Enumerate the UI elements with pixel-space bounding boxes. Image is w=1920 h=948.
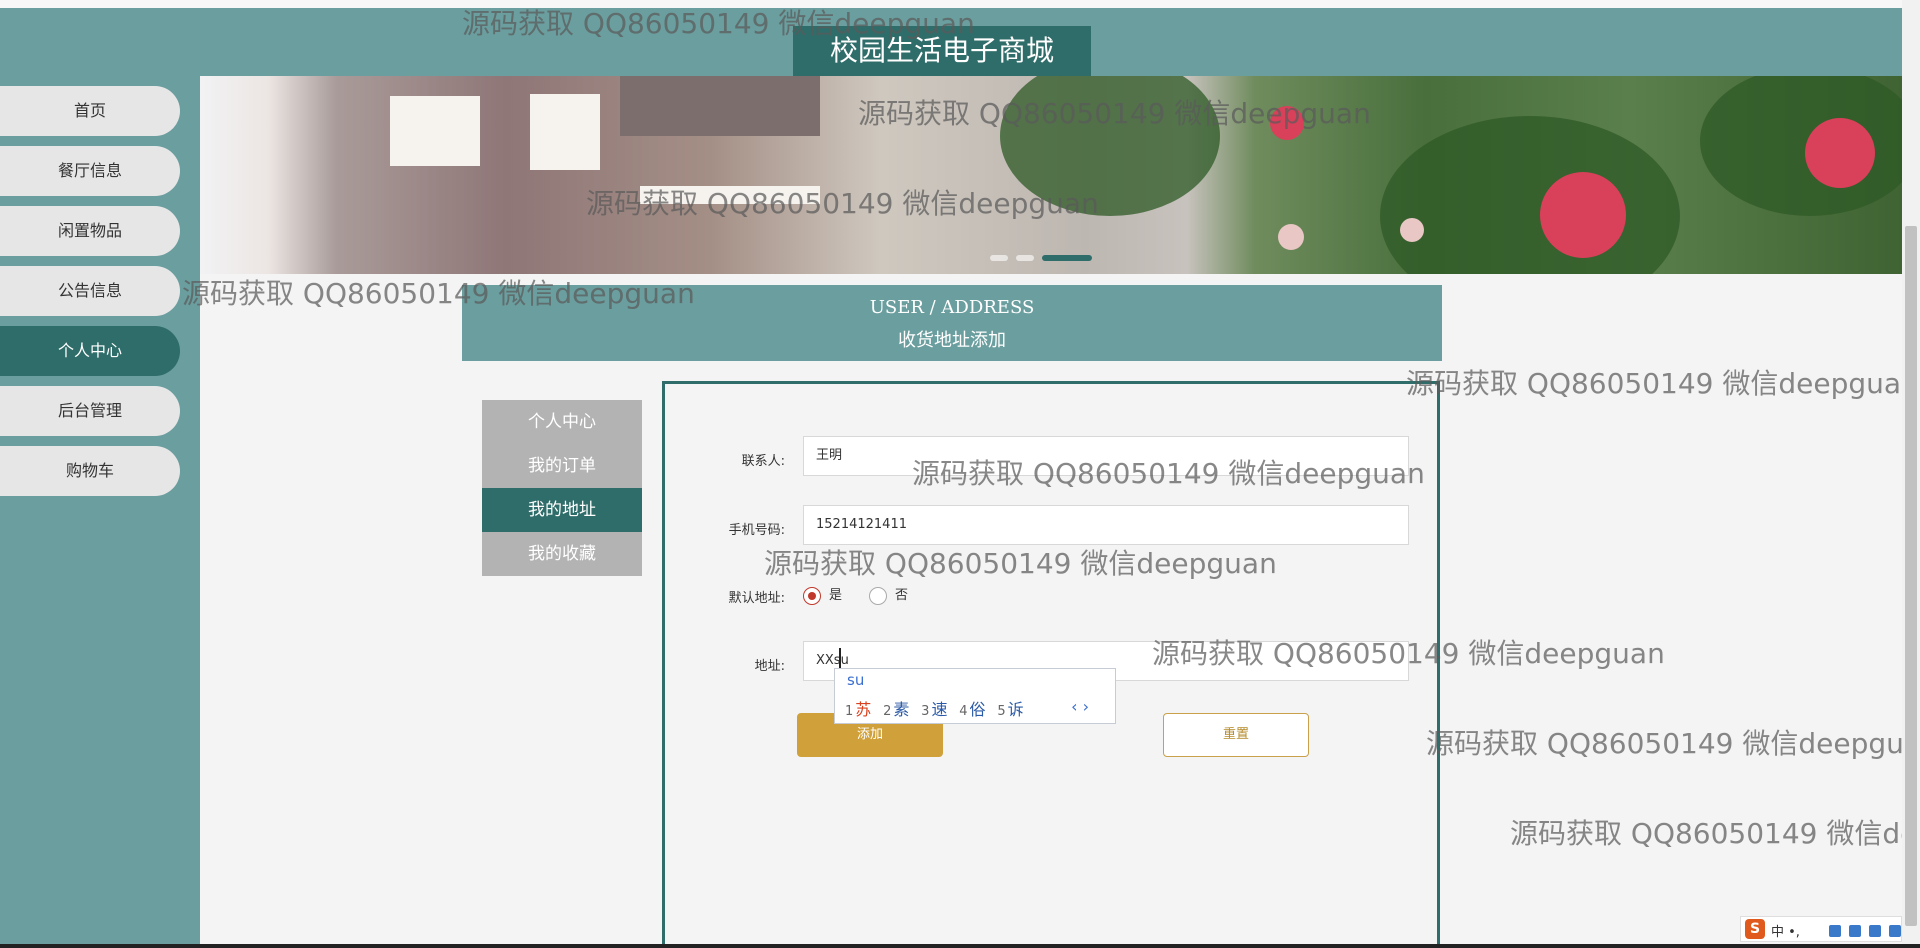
ime-tray-icons <box>1821 923 1901 938</box>
ime-candidate-char: 诉 <box>1007 700 1024 719</box>
address-label: 地址: <box>754 659 785 674</box>
contact-label: 联系人: <box>741 454 785 469</box>
default-yes-label: 是 <box>829 588 843 603</box>
watermark-text: 源码获取 QQ86050149 微信deepguan <box>1426 727 1902 760</box>
banner-balcony <box>640 186 820 204</box>
sidebar-item-personal-center[interactable]: 个人中心 <box>0 326 180 376</box>
keyboard-icon[interactable] <box>1849 924 1861 937</box>
user-nav-my-addresses[interactable]: 我的地址 <box>482 488 642 532</box>
ime-candidate-char: 素 <box>893 700 910 719</box>
top-header: 校园生活电子商城 <box>0 0 1902 76</box>
phone-input[interactable]: 15214121411 <box>803 505 1409 545</box>
contact-input[interactable]: 王明 <box>803 436 1409 476</box>
ime-candidate-popup[interactable]: su 1苏 2素 3速 4俗 5诉 ‹ › <box>834 668 1116 724</box>
watermark-text: 源码获取 QQ86050149 微信deepguan <box>1510 817 1902 850</box>
page-scrollbar-thumb[interactable] <box>1905 226 1917 926</box>
ime-candidate-char: 俗 <box>969 700 986 719</box>
ime-candidate-number: 2 <box>883 704 892 719</box>
ime-mode-text[interactable]: 中 •, <box>1771 921 1800 940</box>
ime-candidate[interactable]: 3速 <box>921 696 947 720</box>
ime-pager[interactable]: ‹ › <box>1071 697 1089 716</box>
banner-bud <box>1400 218 1424 242</box>
sogou-ime-logo-icon[interactable]: S <box>1745 919 1765 939</box>
banner-building <box>620 76 820 136</box>
user-center-nav: 个人中心 我的订单 我的地址 我的收藏 <box>482 400 642 576</box>
sidebar-nav: 首页 餐厅信息 闲置物品 公告信息 个人中心 后台管理 购物车 <box>0 76 200 948</box>
default-yes-radio[interactable]: 是 <box>803 584 842 605</box>
carousel-indicators <box>990 246 1100 265</box>
sidebar-item-home[interactable]: 首页 <box>0 86 180 136</box>
banner-foliage <box>1000 76 1220 216</box>
radio-selected-icon[interactable] <box>803 586 821 605</box>
banner-flower <box>1270 106 1304 140</box>
ime-candidate-number: 3 <box>921 704 930 719</box>
text-cursor <box>839 648 841 668</box>
address-form: 联系人: 王明 手机号码: 15214121411 默认地址: 是 否 地址: … <box>662 381 1440 948</box>
sidebar-item-restaurants[interactable]: 餐厅信息 <box>0 146 180 196</box>
ime-candidates: 1苏 2素 3速 4俗 5诉 <box>845 696 1031 720</box>
ime-candidate-char: 苏 <box>855 700 872 719</box>
ime-toolbar[interactable]: S 中 •, <box>1740 916 1902 942</box>
phone-label: 手机号码: <box>728 523 785 538</box>
toolbox-icon[interactable] <box>1889 924 1901 937</box>
banner-window <box>530 94 600 170</box>
carousel-dot[interactable] <box>990 255 1008 261</box>
ime-candidate-char: 速 <box>931 700 948 719</box>
banner-flower <box>1540 172 1626 258</box>
carousel-dot-active[interactable] <box>1042 255 1092 261</box>
ime-candidate[interactable]: 4俗 <box>959 696 985 720</box>
carousel-dot[interactable] <box>1016 255 1034 261</box>
user-nav-my-orders[interactable]: 我的订单 <box>482 444 642 488</box>
watermark-text: 源码获取 QQ86050149 微信deepguan <box>1406 367 1902 400</box>
ime-candidate-number: 1 <box>845 704 854 719</box>
microphone-icon[interactable] <box>1829 924 1841 937</box>
bottom-border <box>0 944 1920 948</box>
banner-carousel[interactable] <box>200 76 1902 274</box>
ime-pinyin: su <box>847 671 865 689</box>
skin-icon[interactable] <box>1869 924 1881 937</box>
sidebar-item-idle-items[interactable]: 闲置物品 <box>0 206 180 256</box>
section-title-en: USER / ADDRESS <box>869 297 1035 318</box>
section-header: USER / ADDRESS 收货地址添加 <box>462 285 1442 361</box>
default-address-label: 默认地址: <box>728 591 785 606</box>
banner-bud <box>1278 224 1304 250</box>
ime-candidate[interactable]: 5诉 <box>997 696 1023 720</box>
ime-candidate-number: 5 <box>997 704 1006 719</box>
default-no-label: 否 <box>895 588 909 603</box>
user-nav-my-favorites[interactable]: 我的收藏 <box>482 532 642 576</box>
reset-button[interactable]: 重置 <box>1163 713 1309 757</box>
banner-window <box>390 96 480 166</box>
ime-candidate[interactable]: 2素 <box>883 696 909 720</box>
default-no-radio[interactable]: 否 <box>869 584 908 605</box>
radio-unselected-icon[interactable] <box>869 586 887 605</box>
sidebar-item-admin[interactable]: 后台管理 <box>0 386 180 436</box>
site-title[interactable]: 校园生活电子商城 <box>793 26 1091 76</box>
sidebar-item-announcements[interactable]: 公告信息 <box>0 266 180 316</box>
ime-candidate-number: 4 <box>959 704 968 719</box>
user-nav-personal-center[interactable]: 个人中心 <box>482 400 642 444</box>
banner-foliage <box>1380 116 1680 274</box>
ime-candidate[interactable]: 1苏 <box>845 696 871 720</box>
banner-flower <box>1805 118 1875 188</box>
section-title-cn: 收货地址添加 <box>898 330 1006 351</box>
sidebar-item-cart[interactable]: 购物车 <box>0 446 180 496</box>
